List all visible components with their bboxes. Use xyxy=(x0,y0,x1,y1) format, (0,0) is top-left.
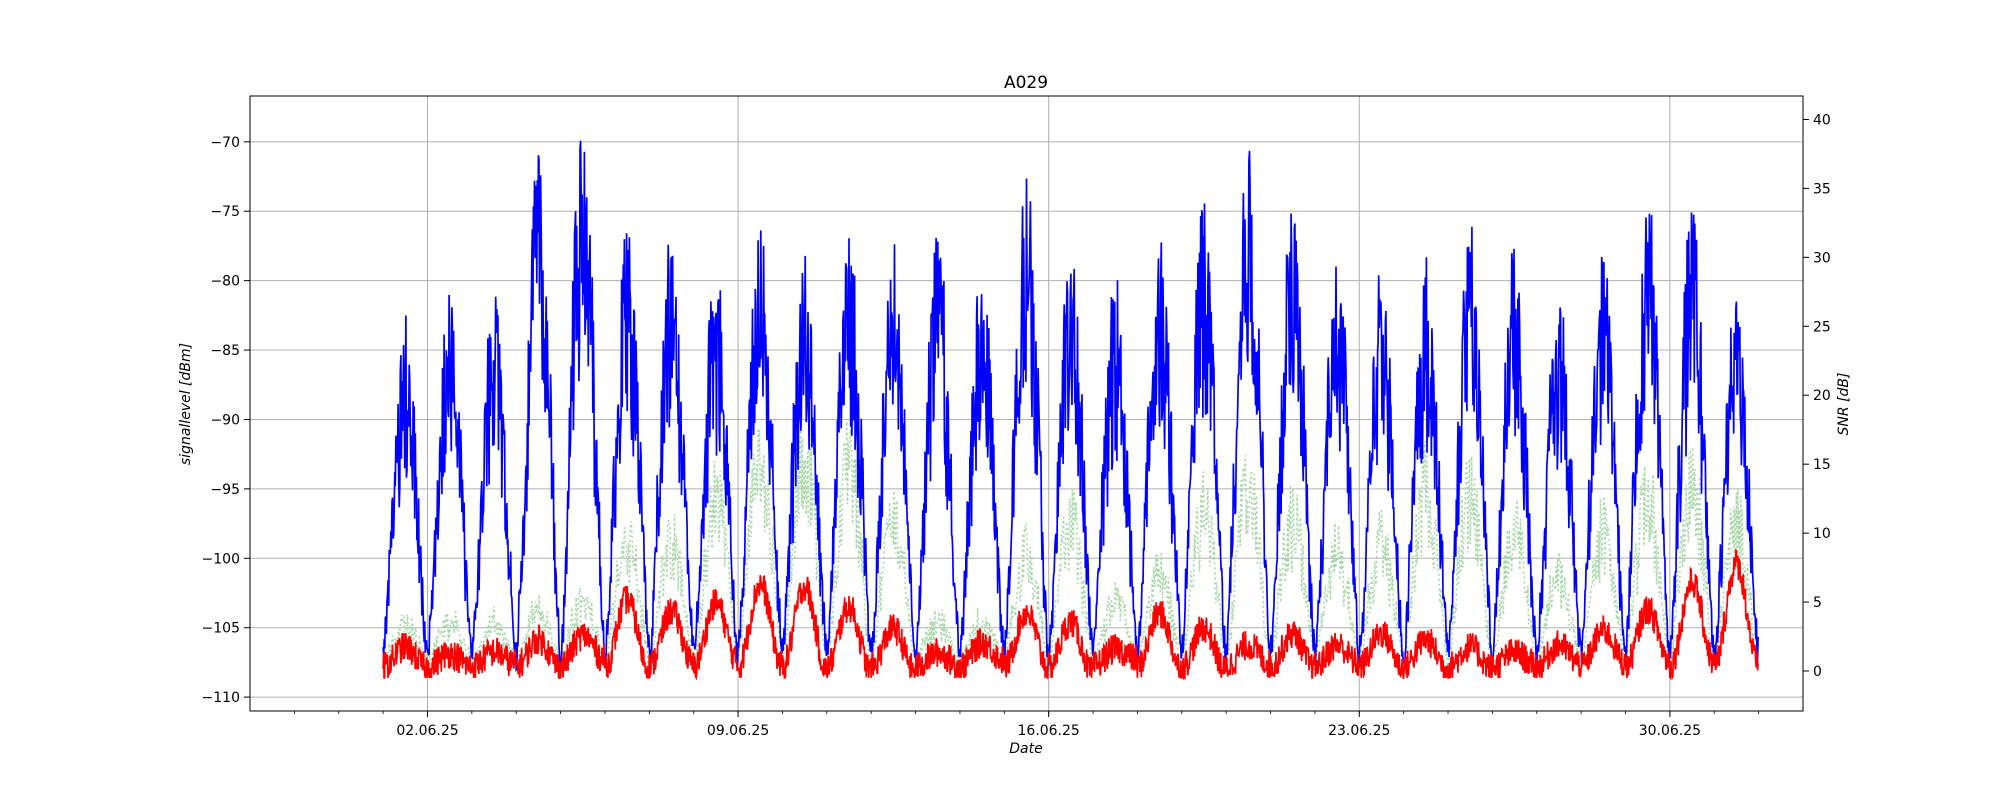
x-tick-label: 23.06.25 xyxy=(1328,723,1390,739)
y-right-tick-label: 20 xyxy=(1813,388,1831,404)
chart-figure: A029 02.06.25 09.06.25 16.06.25 23.06.25 30.… xyxy=(178,73,1852,757)
x-tick-label: 30.06.25 xyxy=(1639,723,1701,739)
y-left-tick-label: −90 xyxy=(210,412,240,428)
y-right-tick-label: 40 xyxy=(1813,112,1831,128)
y-left-tick-label: −75 xyxy=(210,204,240,220)
y-left-tick-label: −80 xyxy=(210,274,240,290)
y-left-tick-label: −95 xyxy=(210,482,240,498)
y-right-tick-label: 0 xyxy=(1813,664,1822,680)
series-line-green xyxy=(382,412,1759,674)
y-right-tick-label: 15 xyxy=(1813,457,1831,473)
y-left-tick-label: −70 xyxy=(210,135,240,151)
y-right-tick-label: 30 xyxy=(1813,250,1831,266)
y-left-tick-label: −110 xyxy=(202,690,240,706)
y-axis-left-label: signallevel [dBm] xyxy=(178,343,194,465)
x-tick-label: 09.06.25 xyxy=(707,723,769,739)
x-tick-label: 16.06.25 xyxy=(1018,723,1080,739)
x-tick-label: 02.06.25 xyxy=(396,723,458,739)
x-axis-label: Date xyxy=(1009,741,1042,757)
y-axis-right-label: SNR [dB] xyxy=(1836,373,1852,436)
y-left-tick-label: −105 xyxy=(202,621,240,637)
y-right-tick-label: 35 xyxy=(1813,181,1831,197)
y-right-tick-label: 10 xyxy=(1813,526,1831,542)
y-left-tick-label: −100 xyxy=(202,551,240,567)
plot-series xyxy=(382,140,1759,681)
chart-title: A029 xyxy=(1004,73,1048,93)
y-left-tick-label: −85 xyxy=(210,343,240,359)
y-right-tick-label: 5 xyxy=(1813,595,1822,611)
y-right-tick-label: 25 xyxy=(1813,319,1831,335)
